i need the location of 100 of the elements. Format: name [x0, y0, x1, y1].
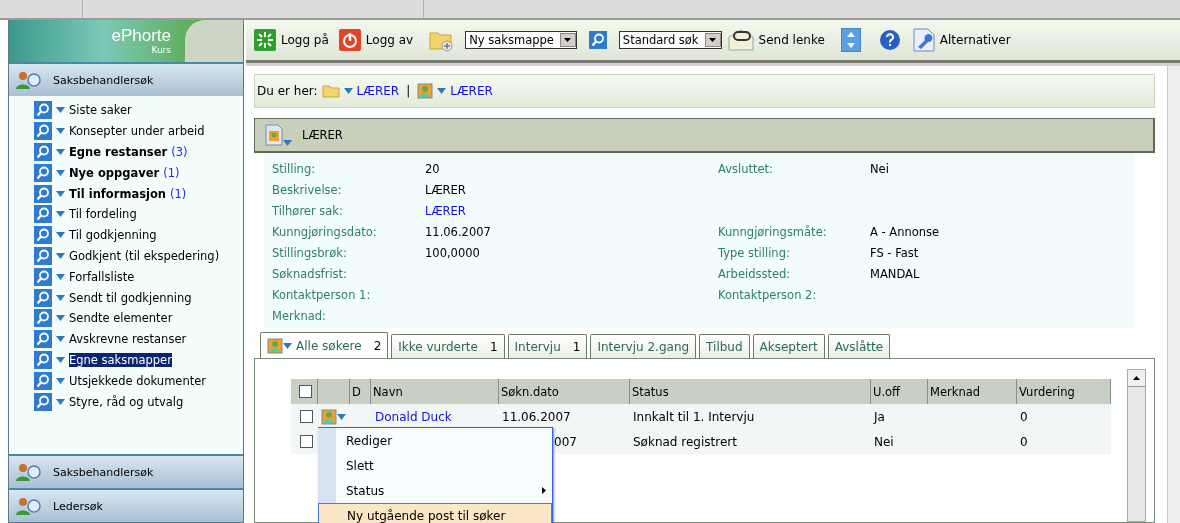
- scrollbar[interactable]: [1167, 66, 1180, 523]
- breadcrumb-link[interactable]: LÆRER: [450, 84, 493, 98]
- caret-icon: [56, 128, 65, 135]
- field-value: 11.06.2007: [425, 224, 492, 242]
- search-icon: [34, 184, 52, 203]
- breadcrumb-label: Du er her:: [257, 84, 318, 98]
- sidebar-item[interactable]: Sendt til godkjenning: [69, 290, 192, 305]
- search-icon: [34, 288, 52, 307]
- table-cell: 0: [1020, 434, 1028, 449]
- tab[interactable]: Avslåtte: [827, 334, 891, 359]
- scrollbar[interactable]: [1127, 369, 1146, 522]
- search-icon: [34, 371, 52, 390]
- sidebar-item[interactable]: Styre, råd og utvalg: [69, 394, 184, 409]
- dropdown-arrow-icon[interactable]: [564, 38, 572, 42]
- tab[interactable]: Intervju 1: [507, 334, 588, 359]
- start-icon: [254, 29, 276, 51]
- sidebar-item[interactable]: Godkjent (til ekspedering): [69, 248, 220, 263]
- item-count: (1): [170, 186, 187, 201]
- caret-icon: [56, 169, 65, 176]
- field-label: Avsluttet:: [718, 161, 774, 179]
- field-link[interactable]: LÆRER: [425, 200, 718, 222]
- column-header[interactable]: Vurdering: [1017, 379, 1111, 405]
- search-icon: [34, 163, 52, 182]
- sidebar-item[interactable]: Egne saksmapper: [69, 352, 172, 367]
- menu-item[interactable]: Ny utgående post til søker: [318, 503, 552, 523]
- sidebar-item[interactable]: Til informasjon: [69, 186, 167, 201]
- search-icon: [34, 330, 52, 349]
- column-header[interactable]: Merknad: [928, 379, 1017, 405]
- search-icon: [34, 205, 52, 224]
- tab[interactable]: Ikke vurderte 1: [391, 334, 505, 359]
- search-icon: [34, 226, 52, 245]
- field-label: Søknadsfrist:: [272, 265, 348, 283]
- column-header[interactable]: Søkn.dato: [499, 379, 630, 405]
- item-count: (3): [171, 145, 188, 159]
- table-cell: Ja: [874, 409, 885, 424]
- toolbar-button[interactable]: Logg av: [338, 29, 418, 51]
- table-cell: Nei: [874, 434, 894, 449]
- caret-icon: [56, 211, 65, 218]
- up-down-icon[interactable]: [840, 28, 861, 52]
- toolbar-button[interactable]: Send lenke: [727, 29, 829, 51]
- sidebar-item[interactable]: Siste saker: [69, 103, 132, 118]
- item-count: (1): [163, 165, 180, 180]
- toolbar-button[interactable]: Alternativer: [912, 28, 1015, 52]
- tab[interactable]: Akseptert: [752, 334, 825, 359]
- sidebar-item[interactable]: Forfallsliste: [69, 269, 135, 284]
- scroll-up-icon[interactable]: [1133, 376, 1140, 381]
- table-cell: Innkalt til 1. Intervju: [633, 409, 755, 424]
- breadcrumb-link[interactable]: LÆRER: [356, 84, 400, 98]
- caret-icon: [56, 190, 65, 197]
- column-header[interactable]: Status: [630, 379, 871, 405]
- search-icon: [34, 267, 52, 286]
- sidebar-item[interactable]: Sendte elementer: [69, 311, 173, 326]
- column-header[interactable]: D: [350, 379, 371, 405]
- caret-icon: [56, 107, 65, 114]
- caret-icon: [56, 398, 65, 405]
- table-cell: 11.06.2007: [502, 409, 571, 424]
- section-header[interactable]: Saksbehandlersøk: [9, 454, 243, 488]
- search-icon: [34, 143, 52, 161]
- sidebar-item[interactable]: Avskrevne restanser: [69, 332, 187, 347]
- dropdown[interactable]: Ny saksmappe: [465, 31, 577, 49]
- person-card-icon[interactable]: [321, 408, 346, 425]
- field-value: LÆRER: [425, 182, 467, 200]
- caret-icon: [56, 252, 65, 259]
- toolbar-button[interactable]: Logg på: [254, 29, 333, 51]
- search-icon[interactable]: [588, 31, 607, 49]
- tab-count: 2: [373, 338, 382, 353]
- table-cell: 007: [554, 434, 577, 449]
- sidebar-item[interactable]: Egne restanser: [69, 145, 168, 159]
- column-header[interactable]: Navn: [371, 379, 499, 405]
- dropdown[interactable]: Standard søk: [618, 31, 722, 49]
- sidebar-item[interactable]: Nye oppgaver: [69, 165, 160, 180]
- search-icon: [34, 246, 52, 265]
- caret-icon: [56, 294, 65, 301]
- applicant-link[interactable]: Donald Duck: [375, 409, 452, 424]
- person-card-icon: [417, 83, 434, 99]
- field-label: Kontaktperson 1:: [272, 286, 372, 304]
- search-icon: [34, 392, 52, 411]
- sidebar-item[interactable]: Utsjekkede dokumenter: [69, 373, 206, 388]
- tab[interactable]: Intervju 2.gang: [590, 334, 697, 359]
- tab[interactable]: Alle søkere 2: [260, 332, 389, 359]
- sidebar-item[interactable]: Konsepter under arbeid: [69, 124, 205, 139]
- field-label: Beskrivelse:: [272, 182, 343, 200]
- sidebar-item[interactable]: Til fordeling: [69, 207, 137, 222]
- logo-subtitle: Kurs: [151, 45, 171, 55]
- sidebar-item[interactable]: Til godkjenning: [69, 228, 157, 243]
- wrench-icon: [912, 28, 935, 52]
- caret-icon: [283, 140, 292, 146]
- section-header[interactable]: Ledersøk: [9, 488, 243, 522]
- dropdown-arrow-icon[interactable]: [709, 38, 717, 42]
- column-header[interactable]: U.off: [871, 379, 928, 405]
- search-icon: [34, 122, 52, 141]
- field-label: Stilling:: [272, 161, 317, 179]
- help-icon[interactable]: [878, 29, 901, 51]
- caret-icon: [56, 149, 65, 155]
- field-label: Merknad:: [272, 307, 327, 325]
- field-value: A - Annonse: [870, 224, 941, 242]
- document-icon: [265, 124, 283, 146]
- tab[interactable]: Tilbud: [699, 334, 750, 359]
- field-label: Kontaktperson 2:: [718, 286, 818, 304]
- section-header[interactable]: Saksbehandlersøk: [9, 62, 243, 96]
